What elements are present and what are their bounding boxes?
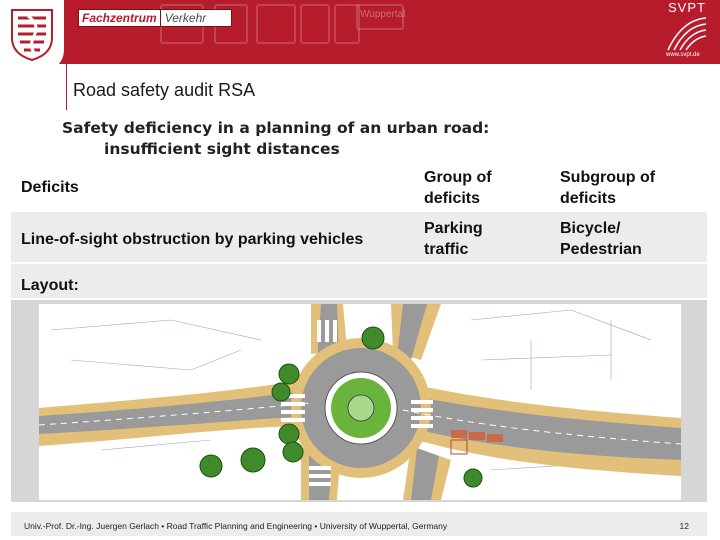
table-row: Line-of-sight obstruction by parking veh…	[11, 212, 707, 262]
fachzentrum-logo: Fachzentrum Verkehr	[78, 9, 232, 27]
header-deficits: Deficits	[21, 179, 79, 196]
page-number: 12	[679, 521, 689, 531]
ghost-sign: Wuppertal	[356, 4, 406, 30]
lion-icon	[11, 9, 53, 62]
subtitle: Safety deficiency in a planning of an ur…	[62, 118, 489, 160]
brand-tail: Verkehr	[160, 9, 232, 27]
header-subgroup: Subgroup of deficits	[560, 167, 700, 209]
svpt-name: SVPT	[668, 0, 706, 15]
cell-deficit: Line-of-sight obstruction by parking veh…	[21, 231, 364, 248]
brand-box: Fachzentrum	[78, 9, 161, 27]
road-curves-icon	[667, 17, 707, 51]
title-divider	[66, 42, 67, 110]
cell-group-line-2: traffic	[424, 241, 469, 258]
svpt-url: www.svpt.de	[666, 52, 700, 58]
cell-subgroup: Bicycle/ Pedestrian	[560, 218, 700, 260]
cell-subgroup-line-1: Bicycle/	[560, 220, 621, 237]
header-group: Group of deficits	[424, 167, 544, 209]
subtitle-line-1: Safety deficiency in a planning of an ur…	[62, 119, 490, 137]
layout-plan-image	[11, 300, 707, 502]
sign-text: Wuppertal	[360, 9, 406, 20]
ghost-sign	[256, 4, 296, 44]
svpt-logo: SVPT www.svpt.de	[662, 0, 714, 64]
subtitle-line-2: insufficient sight distances	[104, 140, 340, 158]
cell-group-line-1: Parking	[424, 220, 483, 237]
header-subgroup-line-1: Subgroup of	[560, 169, 656, 186]
header-group-line-1: Group of	[424, 169, 492, 186]
table-header-row: Deficits Group of deficits Subgroup of d…	[11, 160, 707, 210]
page-title: Road safety audit RSA	[73, 80, 256, 100]
ghost-sign	[300, 4, 330, 44]
coat-of-arms-logo	[0, 0, 64, 72]
cell-group: Parking traffic	[424, 218, 544, 260]
cell-subgroup-line-2: Pedestrian	[560, 241, 642, 258]
header-group-line-2: deficits	[424, 190, 481, 207]
header-subgroup-line-2: deficits	[560, 190, 617, 207]
layout-label-row: Layout:	[11, 264, 707, 298]
footer-text: Univ.-Prof. Dr.-Ing. Juergen Gerlach • R…	[24, 521, 448, 531]
roundabout-plan-drawing	[38, 304, 682, 500]
layout-label: Layout:	[21, 277, 79, 294]
footer-bar: Univ.-Prof. Dr.-Ing. Juergen Gerlach • R…	[11, 512, 707, 536]
